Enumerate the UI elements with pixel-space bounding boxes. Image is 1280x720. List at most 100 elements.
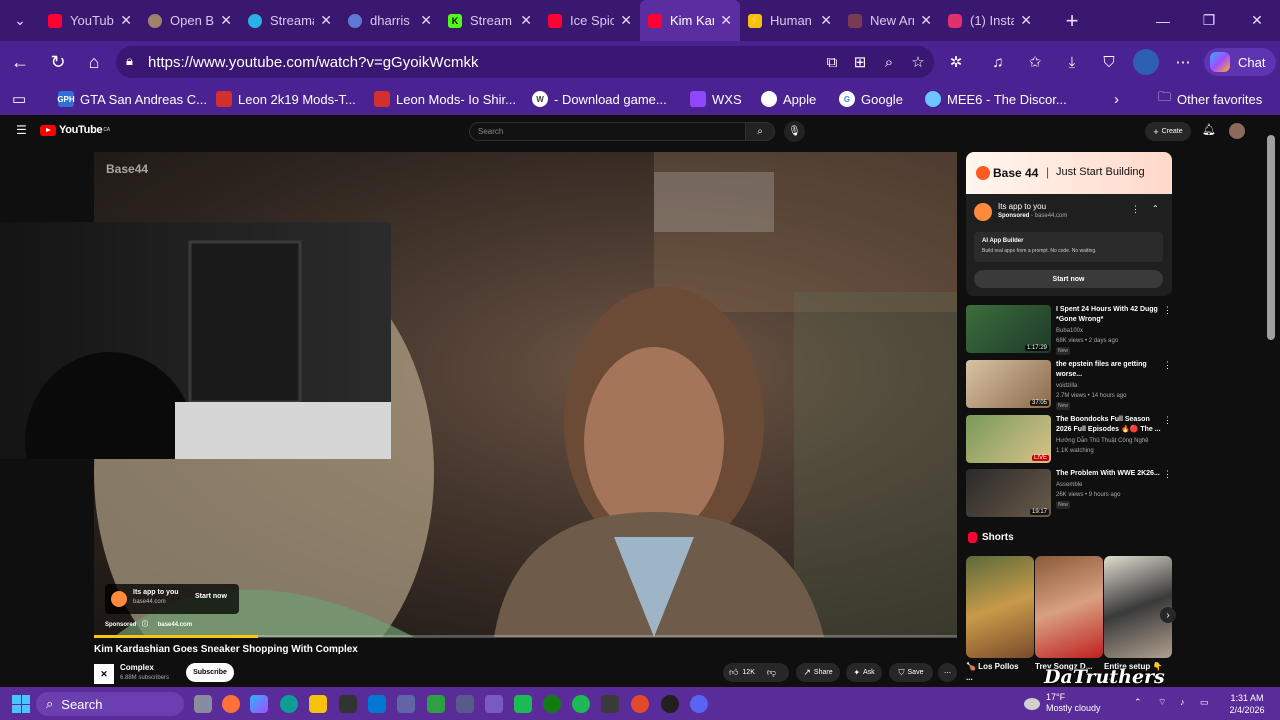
info-icon[interactable]: ⓘ	[142, 622, 148, 628]
weather-widget[interactable]: 17°F Mostly cloudy	[1046, 692, 1101, 714]
home-icon[interactable]: ⌂	[76, 44, 112, 80]
short-title[interactable]: 🍗 Los Pollos ...	[966, 661, 1026, 683]
short-thumbnail[interactable]	[1035, 556, 1103, 658]
tab-new-arrivals[interactable]: New Arrivals ✕	[840, 0, 940, 41]
recommended-video[interactable]: LIVE The Boondocks Full Season 2026 Full…	[966, 415, 1172, 465]
cloud-icon[interactable]	[1024, 698, 1040, 710]
copilot-chat-button[interactable]: Chat	[1204, 48, 1276, 76]
favorite-mee6[interactable]: MEE6 - The Discor...	[925, 83, 1067, 115]
close-icon[interactable]: ✕	[1020, 12, 1032, 29]
more-vert-icon[interactable]: ⋮	[1163, 415, 1172, 426]
chevron-right-icon[interactable]: ›	[1160, 607, 1176, 623]
recommended-channel[interactable]: Buba100x	[1056, 327, 1083, 336]
recommended-title[interactable]: The Problem With WWE 2K26...	[1056, 469, 1164, 479]
close-icon[interactable]: ✕	[720, 12, 732, 29]
app-icon[interactable]	[514, 695, 532, 713]
chevron-right-icon[interactable]: ›	[1114, 83, 1119, 115]
subscribe-button[interactable]: Subscribe	[186, 663, 234, 682]
recommended-video[interactable]: 19:17 The Problem With WWE 2K26... Assem…	[966, 469, 1172, 519]
app-icon[interactable]	[661, 695, 679, 713]
copilot-icon[interactable]	[250, 695, 268, 713]
close-icon[interactable]: ✕	[320, 12, 332, 29]
youtube-logo[interactable]: YouTube CA	[40, 124, 110, 136]
tab-open-brain[interactable]: Open Brain ✕	[140, 0, 240, 41]
like-count[interactable]: 12K	[742, 669, 754, 676]
favorite-gta[interactable]: GPH GTA San Andreas C...	[57, 83, 207, 115]
more-vert-icon[interactable]: ⋮	[1163, 305, 1172, 316]
video-thumbnail[interactable]: 19:17	[966, 469, 1051, 517]
ad-banner[interactable]: Base 44 | Just Start Building	[966, 152, 1172, 194]
translate-icon[interactable]: ⧉	[819, 49, 845, 75]
video-progress-bar[interactable]	[94, 635, 957, 638]
thumbs-down-icon[interactable]: 👎︎	[767, 667, 776, 678]
save-button[interactable]: ⛉ Save	[889, 663, 933, 682]
recommended-video[interactable]: 37:05 the epstein files are getting wors…	[966, 360, 1172, 410]
tab-human[interactable]: ⚡ Human ✕	[740, 0, 840, 41]
tab-kim-kardashian[interactable]: Kim Kardashian ✕	[640, 0, 740, 41]
video-thumbnail[interactable]: LIVE	[966, 415, 1051, 463]
short-thumbnail[interactable]	[966, 556, 1034, 658]
file-explorer-icon[interactable]	[309, 695, 327, 713]
tab-youtube[interactable]: YouTube ✕	[40, 0, 140, 41]
browser-essentials-icon[interactable]: ⛉	[1096, 49, 1122, 75]
xbox-icon[interactable]	[543, 695, 561, 713]
tab-kick-stream[interactable]: K Stream ✕	[440, 0, 540, 41]
other-favorites-folder[interactable]: 🗀︎ Other favorites	[1158, 83, 1262, 115]
network-icon[interactable]: ⌔	[1158, 697, 1166, 708]
battery-icon[interactable]: ▭	[1200, 697, 1209, 708]
favorite-leon-2k19[interactable]: Leon 2k19 Mods-T...	[216, 83, 356, 115]
search-input[interactable]: Search	[469, 122, 746, 141]
chevron-up-icon[interactable]: ⌃	[1152, 204, 1159, 213]
profile-avatar[interactable]	[1133, 49, 1159, 75]
hamburger-menu-icon[interactable]: ☰	[16, 123, 27, 137]
teams-icon[interactable]	[397, 695, 415, 713]
share-button[interactable]: ↗ Share	[796, 663, 840, 682]
ad-start-now-button[interactable]: Start now	[195, 593, 227, 600]
zoom-icon[interactable]: ⌕	[876, 49, 902, 75]
chevron-up-icon[interactable]: ⌃	[1134, 697, 1142, 708]
recommended-title[interactable]: The Boondocks Full Season 2026 Full Epis…	[1056, 415, 1164, 435]
favorite-star-icon[interactable]: ☆	[905, 49, 931, 75]
tab-ice-spice[interactable]: Ice Spice ✕	[540, 0, 640, 41]
url-field[interactable]: 🔒︎ https://www.youtube.com/watch?v=gGyoi…	[116, 46, 934, 78]
discord-icon[interactable]	[690, 695, 708, 713]
recommended-video[interactable]: 1:17:29 I Spent 24 Hours With 42 Dugg *G…	[966, 305, 1172, 355]
back-arrow-icon[interactable]: ←	[2, 44, 38, 80]
channel-name[interactable]: Complex	[120, 663, 154, 672]
site-info-icon[interactable]: 🔒︎	[126, 53, 133, 69]
recommended-channel[interactable]: Hướng Dẫn Thủ Thuật Công Nghệ	[1056, 437, 1148, 446]
favorites-icon[interactable]: ✩	[1022, 49, 1048, 75]
recommended-title[interactable]: the epstein files are getting worse...	[1056, 360, 1164, 380]
short-thumbnail[interactable]	[1104, 556, 1172, 658]
firefox-icon[interactable]	[222, 695, 240, 713]
favorite-apple[interactable]: Apple	[761, 83, 816, 115]
clock[interactable]: 1:31 AM 2/4/2026	[1222, 692, 1272, 716]
app-icon[interactable]	[456, 695, 474, 713]
favorite-google[interactable]: G Google	[839, 83, 903, 115]
close-icon[interactable]: ✕	[520, 12, 532, 29]
sidebar-ad-panel[interactable]: Base 44 | Just Start Building Its app to…	[966, 152, 1172, 296]
tab-instagram[interactable]: (1) Instagram ✕	[940, 0, 1040, 41]
app-icon[interactable]	[631, 695, 649, 713]
media-icon[interactable]: ♫	[985, 49, 1011, 75]
windows-start-icon[interactable]	[12, 695, 30, 713]
new-tab-button[interactable]: +	[1052, 8, 1092, 34]
collections-icon[interactable]: ▭	[12, 83, 26, 115]
downloads-icon[interactable]: ⤓	[1059, 49, 1085, 75]
close-icon[interactable]: ✕	[920, 12, 932, 29]
in-video-ad-card[interactable]: Its app to you base44.com Start now	[105, 584, 239, 614]
app-icon[interactable]	[485, 695, 503, 713]
store-icon[interactable]	[339, 695, 357, 713]
more-vert-icon[interactable]: ⋮	[1163, 360, 1172, 371]
recommended-channel[interactable]: Assemble	[1056, 481, 1082, 490]
app-icon[interactable]	[427, 695, 445, 713]
favorite-download-game[interactable]: W - Download game...	[532, 83, 667, 115]
more-actions-icon[interactable]: ⋯	[938, 663, 957, 682]
video-thumbnail[interactable]: 37:05	[966, 360, 1051, 408]
apps-icon[interactable]: ⊞	[847, 49, 873, 75]
create-button[interactable]: + Create	[1145, 122, 1191, 141]
close-icon[interactable]: ✕	[120, 12, 132, 29]
taskbar-search[interactable]: ⌕ Search	[36, 692, 184, 716]
close-icon[interactable]: ✕	[220, 12, 232, 29]
extensions-icon[interactable]: ✲	[943, 49, 969, 75]
